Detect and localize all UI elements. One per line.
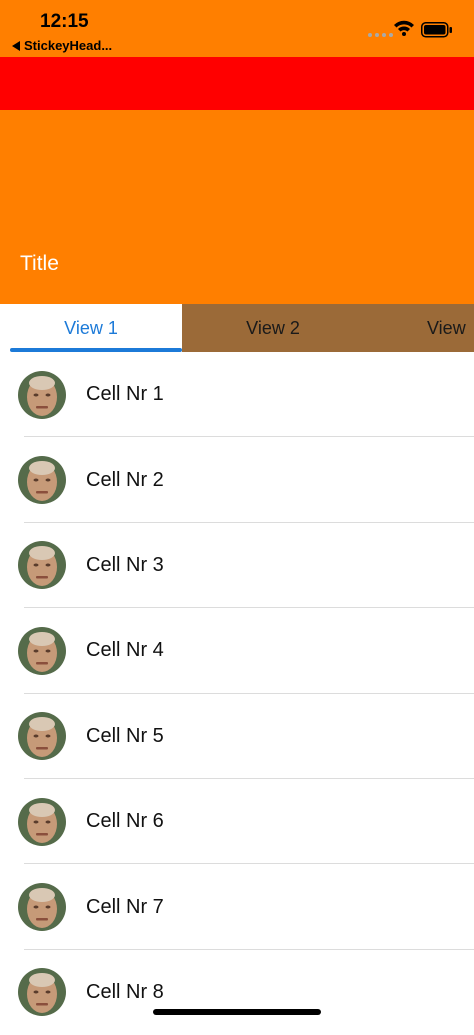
- tab-view-1[interactable]: View 1: [0, 304, 182, 352]
- list-item[interactable]: Cell Nr 7: [0, 864, 474, 950]
- cell-label: Cell Nr 3: [86, 553, 164, 576]
- cell-label: Cell Nr 1: [86, 383, 164, 406]
- header-title: Title: [20, 252, 59, 275]
- cell-label: Cell Nr 4: [86, 639, 164, 662]
- person-avatar-icon: [18, 797, 66, 846]
- person-avatar-icon: [18, 712, 66, 761]
- status-bar: 12:15 StickeyHead...: [0, 0, 474, 57]
- list-item[interactable]: Cell Nr 6: [0, 779, 474, 865]
- cell-label: Cell Nr 7: [86, 895, 164, 918]
- person-avatar-icon: [18, 968, 66, 1017]
- cell-label: Cell Nr 8: [86, 980, 164, 1003]
- list-item[interactable]: Cell Nr 4: [0, 608, 474, 694]
- list-item[interactable]: Cell Nr 3: [0, 523, 474, 609]
- back-to-app-link[interactable]: StickeyHead...: [12, 38, 112, 53]
- list-item[interactable]: Cell Nr 5: [0, 694, 474, 779]
- cell-list: Cell Nr 1 Cell Nr 2 Cell Nr 3 Cell Nr 4 …: [0, 352, 474, 1035]
- battery-icon: [421, 22, 452, 38]
- person-avatar-icon: [18, 456, 66, 505]
- cellular-signal-icon: [368, 33, 393, 37]
- list-item[interactable]: Cell Nr 2: [0, 437, 474, 523]
- person-avatar-icon: [18, 883, 66, 932]
- segmented-tab-bar: View 1 View 2 View: [0, 304, 474, 352]
- status-time: 12:15: [40, 11, 89, 32]
- back-arrow-icon: [12, 40, 20, 51]
- home-indicator[interactable]: [153, 1009, 321, 1015]
- list-item[interactable]: Cell Nr 1: [0, 352, 474, 438]
- list-item[interactable]: Cell Nr 8: [0, 950, 474, 1035]
- cell-label: Cell Nr 5: [86, 724, 164, 747]
- red-banner: [0, 57, 474, 110]
- person-avatar-icon: [18, 370, 66, 419]
- tab-view-2[interactable]: View 2: [182, 304, 364, 352]
- back-app-label: StickeyHead...: [24, 38, 113, 53]
- cell-label: Cell Nr 2: [86, 468, 164, 491]
- sticky-header: Title: [0, 110, 474, 304]
- cell-label: Cell Nr 6: [86, 810, 164, 833]
- person-avatar-icon: [18, 626, 66, 675]
- wifi-icon: [394, 20, 414, 36]
- person-avatar-icon: [18, 541, 66, 590]
- tab-view-3[interactable]: View: [364, 304, 474, 352]
